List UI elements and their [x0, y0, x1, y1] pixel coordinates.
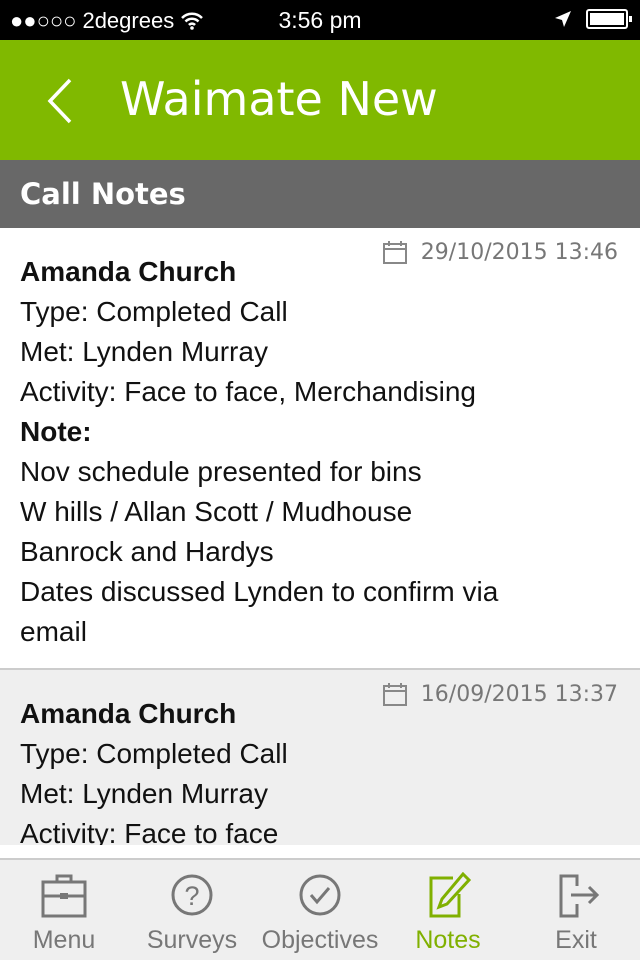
note-line: Banrock and Hardys	[20, 536, 274, 567]
tab-label: Exit	[555, 926, 597, 954]
section-title: Call Notes	[0, 160, 640, 228]
note-met: Met: Lynden Murray	[20, 778, 268, 809]
note-item[interactable]: 16/09/2015 13:37 Amanda Church Type: Com…	[0, 670, 640, 845]
tab-label: Objectives	[261, 926, 379, 954]
note-date: 16/09/2015 13:37	[420, 682, 618, 707]
exit-icon	[559, 874, 600, 918]
note-item[interactable]: 29/10/2015 13:46 Amanda Church Type: Com…	[0, 228, 640, 670]
tab-notes[interactable]: Notes	[384, 860, 512, 960]
calendar-icon	[382, 683, 407, 706]
battery-icon	[586, 9, 632, 29]
tab-exit[interactable]: Exit	[512, 860, 640, 960]
tab-objectives[interactable]: Objectives	[256, 860, 384, 960]
briefcase-icon	[41, 874, 87, 918]
note-activity: Activity: Face to face, Merchandising	[20, 376, 476, 407]
note-author: Amanda Church	[20, 698, 237, 729]
location-icon	[555, 11, 571, 27]
svg-text:?: ?	[184, 881, 199, 911]
tab-bar: Menu ? Surveys Objectives Notes Exit	[0, 858, 640, 960]
note-type: Type: Completed Call	[20, 738, 288, 769]
note-line: Dates discussed Lynden to confirm via	[20, 576, 499, 607]
note-met: Met: Lynden Murray	[20, 336, 268, 367]
note-line: W hills / Allan Scott / Mudhouse	[20, 496, 413, 527]
note-line: Nov schedule presented for bins	[20, 456, 422, 487]
tab-label: Menu	[32, 926, 96, 954]
tab-surveys[interactable]: ? Surveys	[128, 860, 256, 960]
back-chevron-icon[interactable]	[42, 76, 82, 126]
note-type: Type: Completed Call	[20, 296, 288, 327]
tab-menu[interactable]: Menu	[0, 860, 128, 960]
note-author: Amanda Church	[20, 256, 237, 287]
calendar-icon	[382, 241, 407, 264]
page-title: Waimate New	[120, 72, 438, 126]
note-line: email	[20, 616, 87, 647]
status-bar: ●●○○○ 2degrees 3:56 pm	[0, 0, 640, 40]
tab-label: Surveys	[146, 926, 238, 954]
note-date: 29/10/2015 13:46	[420, 240, 618, 265]
header: Waimate New	[0, 40, 640, 160]
note-label: Note:	[20, 416, 92, 447]
clock: 3:56 pm	[278, 7, 362, 33]
question-icon: ?	[171, 874, 213, 916]
check-circle-icon	[299, 874, 341, 916]
tab-label: Notes	[415, 926, 481, 954]
note-activity: Activity: Face to face	[20, 818, 279, 845]
edit-icon	[429, 872, 472, 918]
